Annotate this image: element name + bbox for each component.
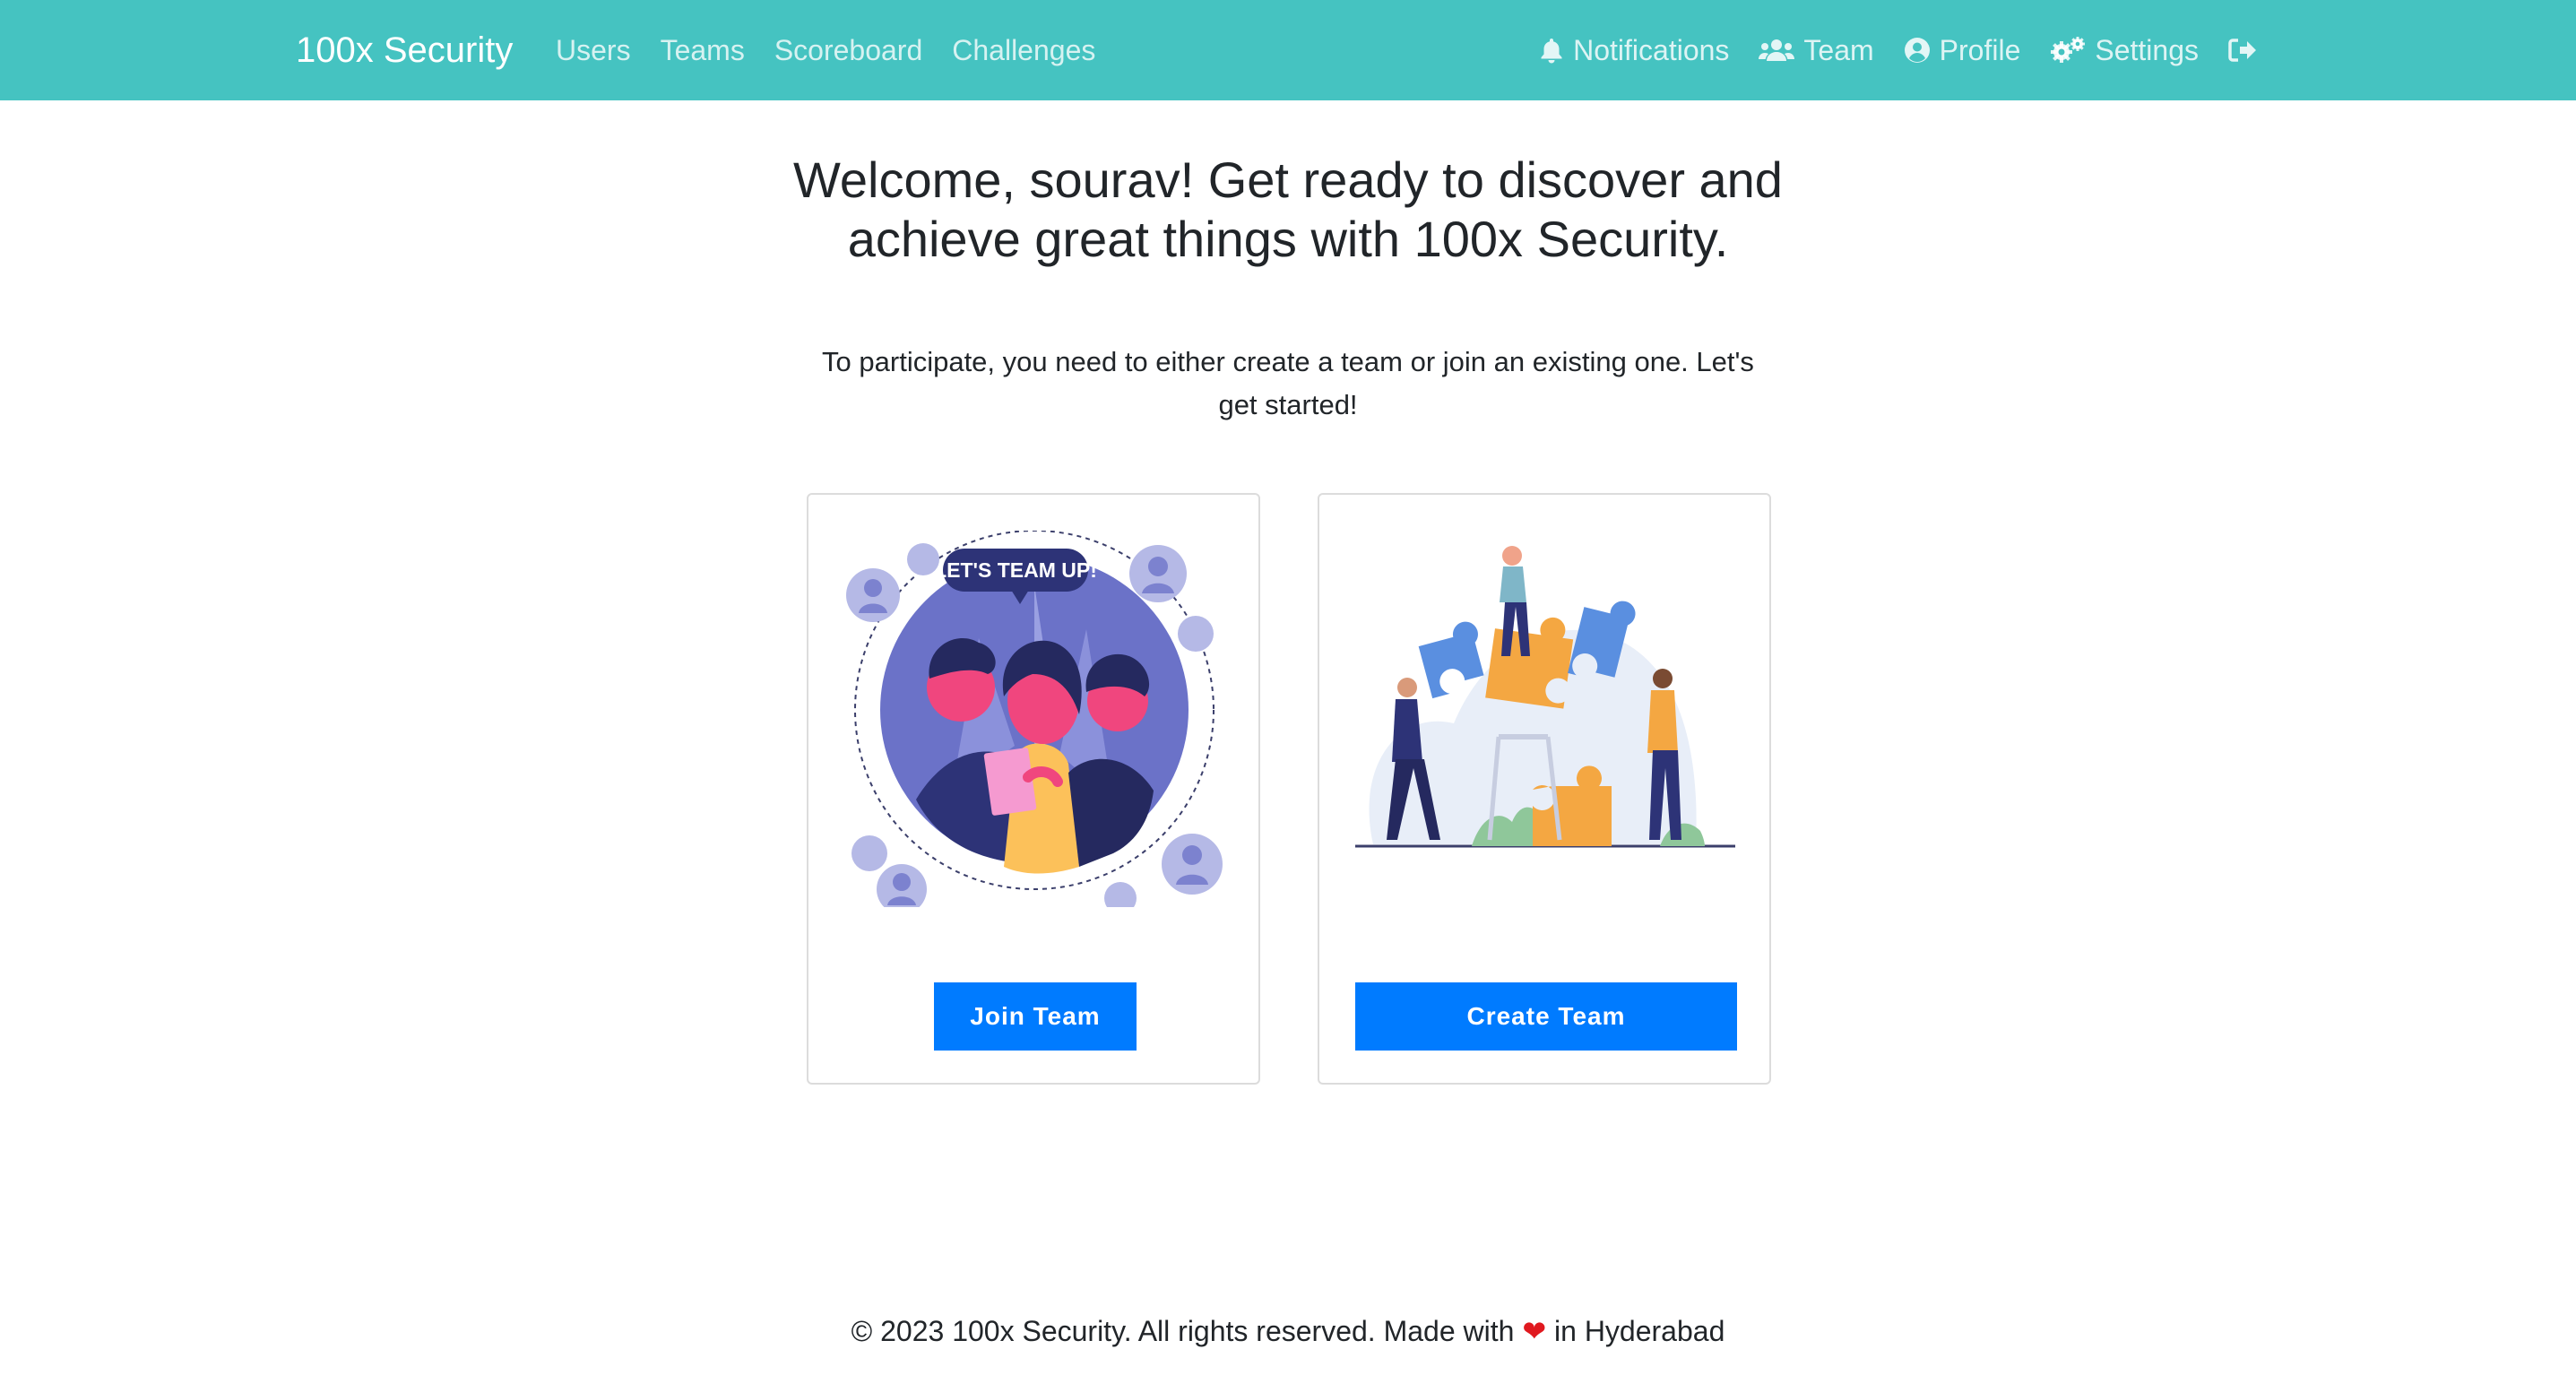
create-team-card: Create Team [1318,493,1771,1085]
nav-users-link[interactable]: Users [556,34,631,67]
gears-icon [2051,37,2086,63]
nav-settings-link[interactable]: Settings [2050,34,2199,67]
bell-icon [1541,39,1562,64]
users-icon [1759,39,1795,61]
nav-scoreboard-link[interactable]: Scoreboard [774,34,922,67]
logout-icon [2228,39,2256,62]
heart-icon: ❤ [1522,1315,1547,1347]
team-up-illustration: LET'S TEAM UP! [846,531,1223,907]
team-up-text: LET'S TEAM UP! [934,558,1097,582]
nav-team-label: Team [1803,33,1874,66]
nav-settings-label: Settings [2095,33,2199,66]
nav-profile-link[interactable]: Profile [1904,33,2021,67]
nav-team-link[interactable]: Team [1759,33,1874,67]
footer-location: in Hyderabad [1554,1315,1725,1347]
footer: © 2023 100x Security. All rights reserve… [0,1314,2576,1348]
nav-profile-label: Profile [1939,33,2021,66]
nav-notifications-link[interactable]: Notifications [1539,34,1729,67]
join-team-button[interactable]: Join Team [934,982,1137,1051]
page-title: Welcome, sourav! Get ready to discover a… [793,151,1783,267]
nav-notifications-label: Notifications [1573,33,1730,66]
create-team-button[interactable]: Create Team [1355,982,1737,1051]
puzzle-team-illustration [1355,546,1735,848]
user-circle-icon [1904,38,1930,63]
page-subtitle: To participate, you need to either creat… [822,346,1754,420]
join-team-card: LET'S TEAM UP! Join Team [807,493,1260,1085]
footer-copyright: © 2023 100x Security. All rights reserve… [851,1315,1515,1347]
nav-logout-link[interactable] [2228,38,2266,63]
nav-challenges-link[interactable]: Challenges [952,34,1095,67]
nav-right: Notifications Team Profile Settings [1509,0,2266,100]
brand-link[interactable]: 100x Security [296,0,513,100]
nav-left: Users Teams Scoreboard Challenges [556,0,1125,100]
navbar: 100x Security Users Teams Scoreboard Cha… [0,0,2576,100]
nav-teams-link[interactable]: Teams [661,34,745,67]
